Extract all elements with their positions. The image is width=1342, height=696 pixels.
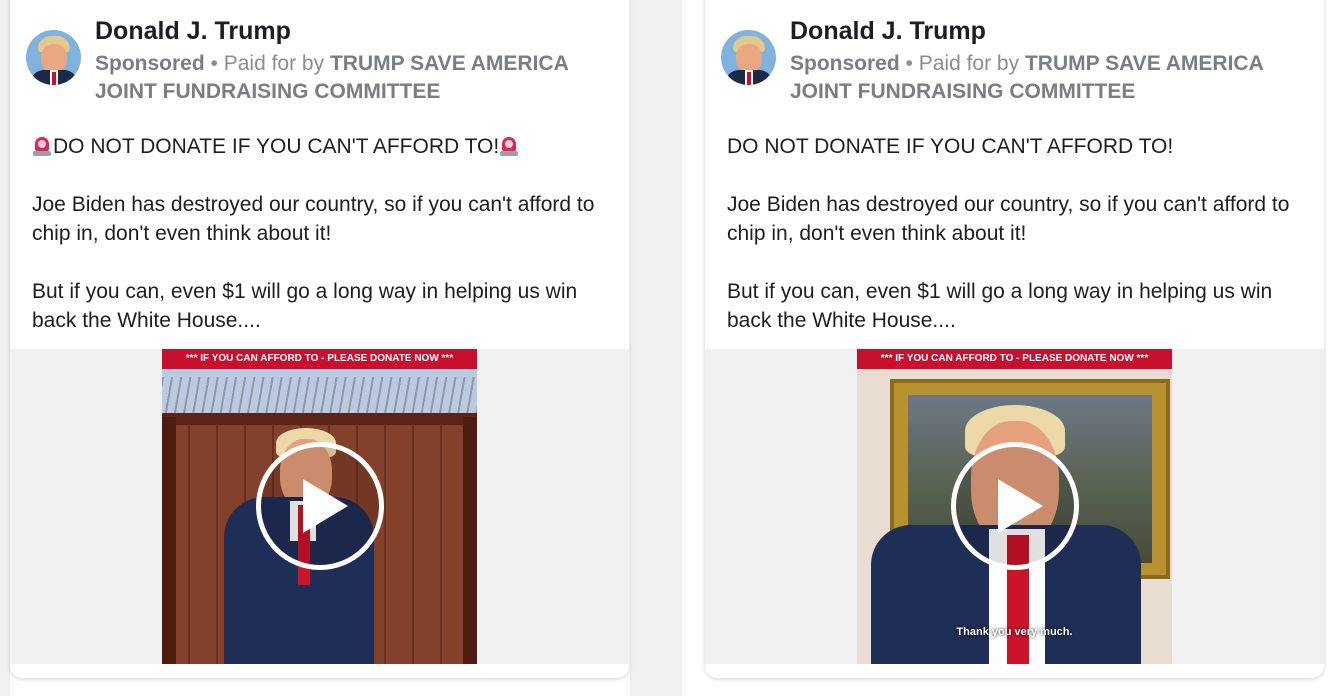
paid-for-prefix: Paid for by	[223, 52, 330, 75]
profile-avatar[interactable]	[26, 30, 81, 85]
sponsor-info: Sponsored • Paid for by TRUMP SAVE AMERI…	[790, 50, 1310, 106]
meta-separator: •	[204, 52, 224, 75]
post-paragraph-2: But if you can, even $1 will go a long w…	[32, 280, 578, 332]
post-headline: DO NOT DONATE IF YOU CAN'T AFFORD TO!	[53, 135, 500, 158]
feed-gutter-middle	[630, 0, 682, 696]
post-paragraph-1: Joe Biden has destroyed our country, so …	[32, 193, 595, 245]
siren-icon	[33, 136, 51, 156]
sponsored-label[interactable]: Sponsored	[95, 52, 205, 75]
play-icon[interactable]	[256, 442, 384, 570]
sponsor-info: Sponsored • Paid for by TRUMP SAVE AMERI…	[95, 50, 615, 106]
sponsored-label[interactable]: Sponsored	[790, 52, 900, 75]
video-banner: *** IF YOU CAN AFFORD TO - PLEASE DONATE…	[857, 349, 1172, 369]
page-name-link[interactable]: Donald J. Trump	[790, 17, 986, 46]
post-paragraph-1: Joe Biden has destroyed our country, so …	[727, 193, 1290, 245]
siren-icon	[500, 136, 519, 156]
post-body-text: DO NOT DONATE IF YOU CAN'T AFFORD TO! Jo…	[32, 132, 612, 364]
video-caption: Thank you very much.	[956, 626, 1073, 638]
post-body-text: DO NOT DONATE IF YOU CAN'T AFFORD TO! Jo…	[727, 132, 1307, 364]
post-headline: DO NOT DONATE IF YOU CAN'T AFFORD TO!	[727, 135, 1174, 158]
post-media: *** IF YOU CAN AFFORD TO - PLEASE DONATE…	[10, 349, 629, 664]
page-name-link[interactable]: Donald J. Trump	[95, 17, 291, 46]
post-paragraph-2: But if you can, even $1 will go a long w…	[727, 280, 1273, 332]
avatar-face	[41, 44, 67, 72]
profile-avatar[interactable]	[721, 30, 776, 85]
sponsored-post-card: Donald J. Trump Sponsored • Paid for by …	[705, 0, 1324, 678]
play-icon[interactable]	[951, 442, 1079, 570]
post-headline-line: DO NOT DONATE IF YOU CAN'T AFFORD TO!	[32, 132, 612, 161]
video-player[interactable]: *** IF YOU CAN AFFORD TO - PLEASE DONATE…	[857, 349, 1172, 664]
paid-for-prefix: Paid for by	[918, 52, 1025, 75]
avatar-tie	[747, 72, 751, 85]
video-banner: *** IF YOU CAN AFFORD TO - PLEASE DONATE…	[162, 349, 477, 369]
video-player[interactable]: *** IF YOU CAN AFFORD TO - PLEASE DONATE…	[162, 349, 477, 664]
feed-gutter-left	[0, 0, 10, 696]
post-media: *** IF YOU CAN AFFORD TO - PLEASE DONATE…	[705, 349, 1324, 664]
sponsored-post-card: Donald J. Trump Sponsored • Paid for by …	[10, 0, 629, 678]
meta-separator: •	[899, 52, 919, 75]
avatar-tie	[52, 72, 56, 85]
avatar-face	[736, 44, 762, 72]
